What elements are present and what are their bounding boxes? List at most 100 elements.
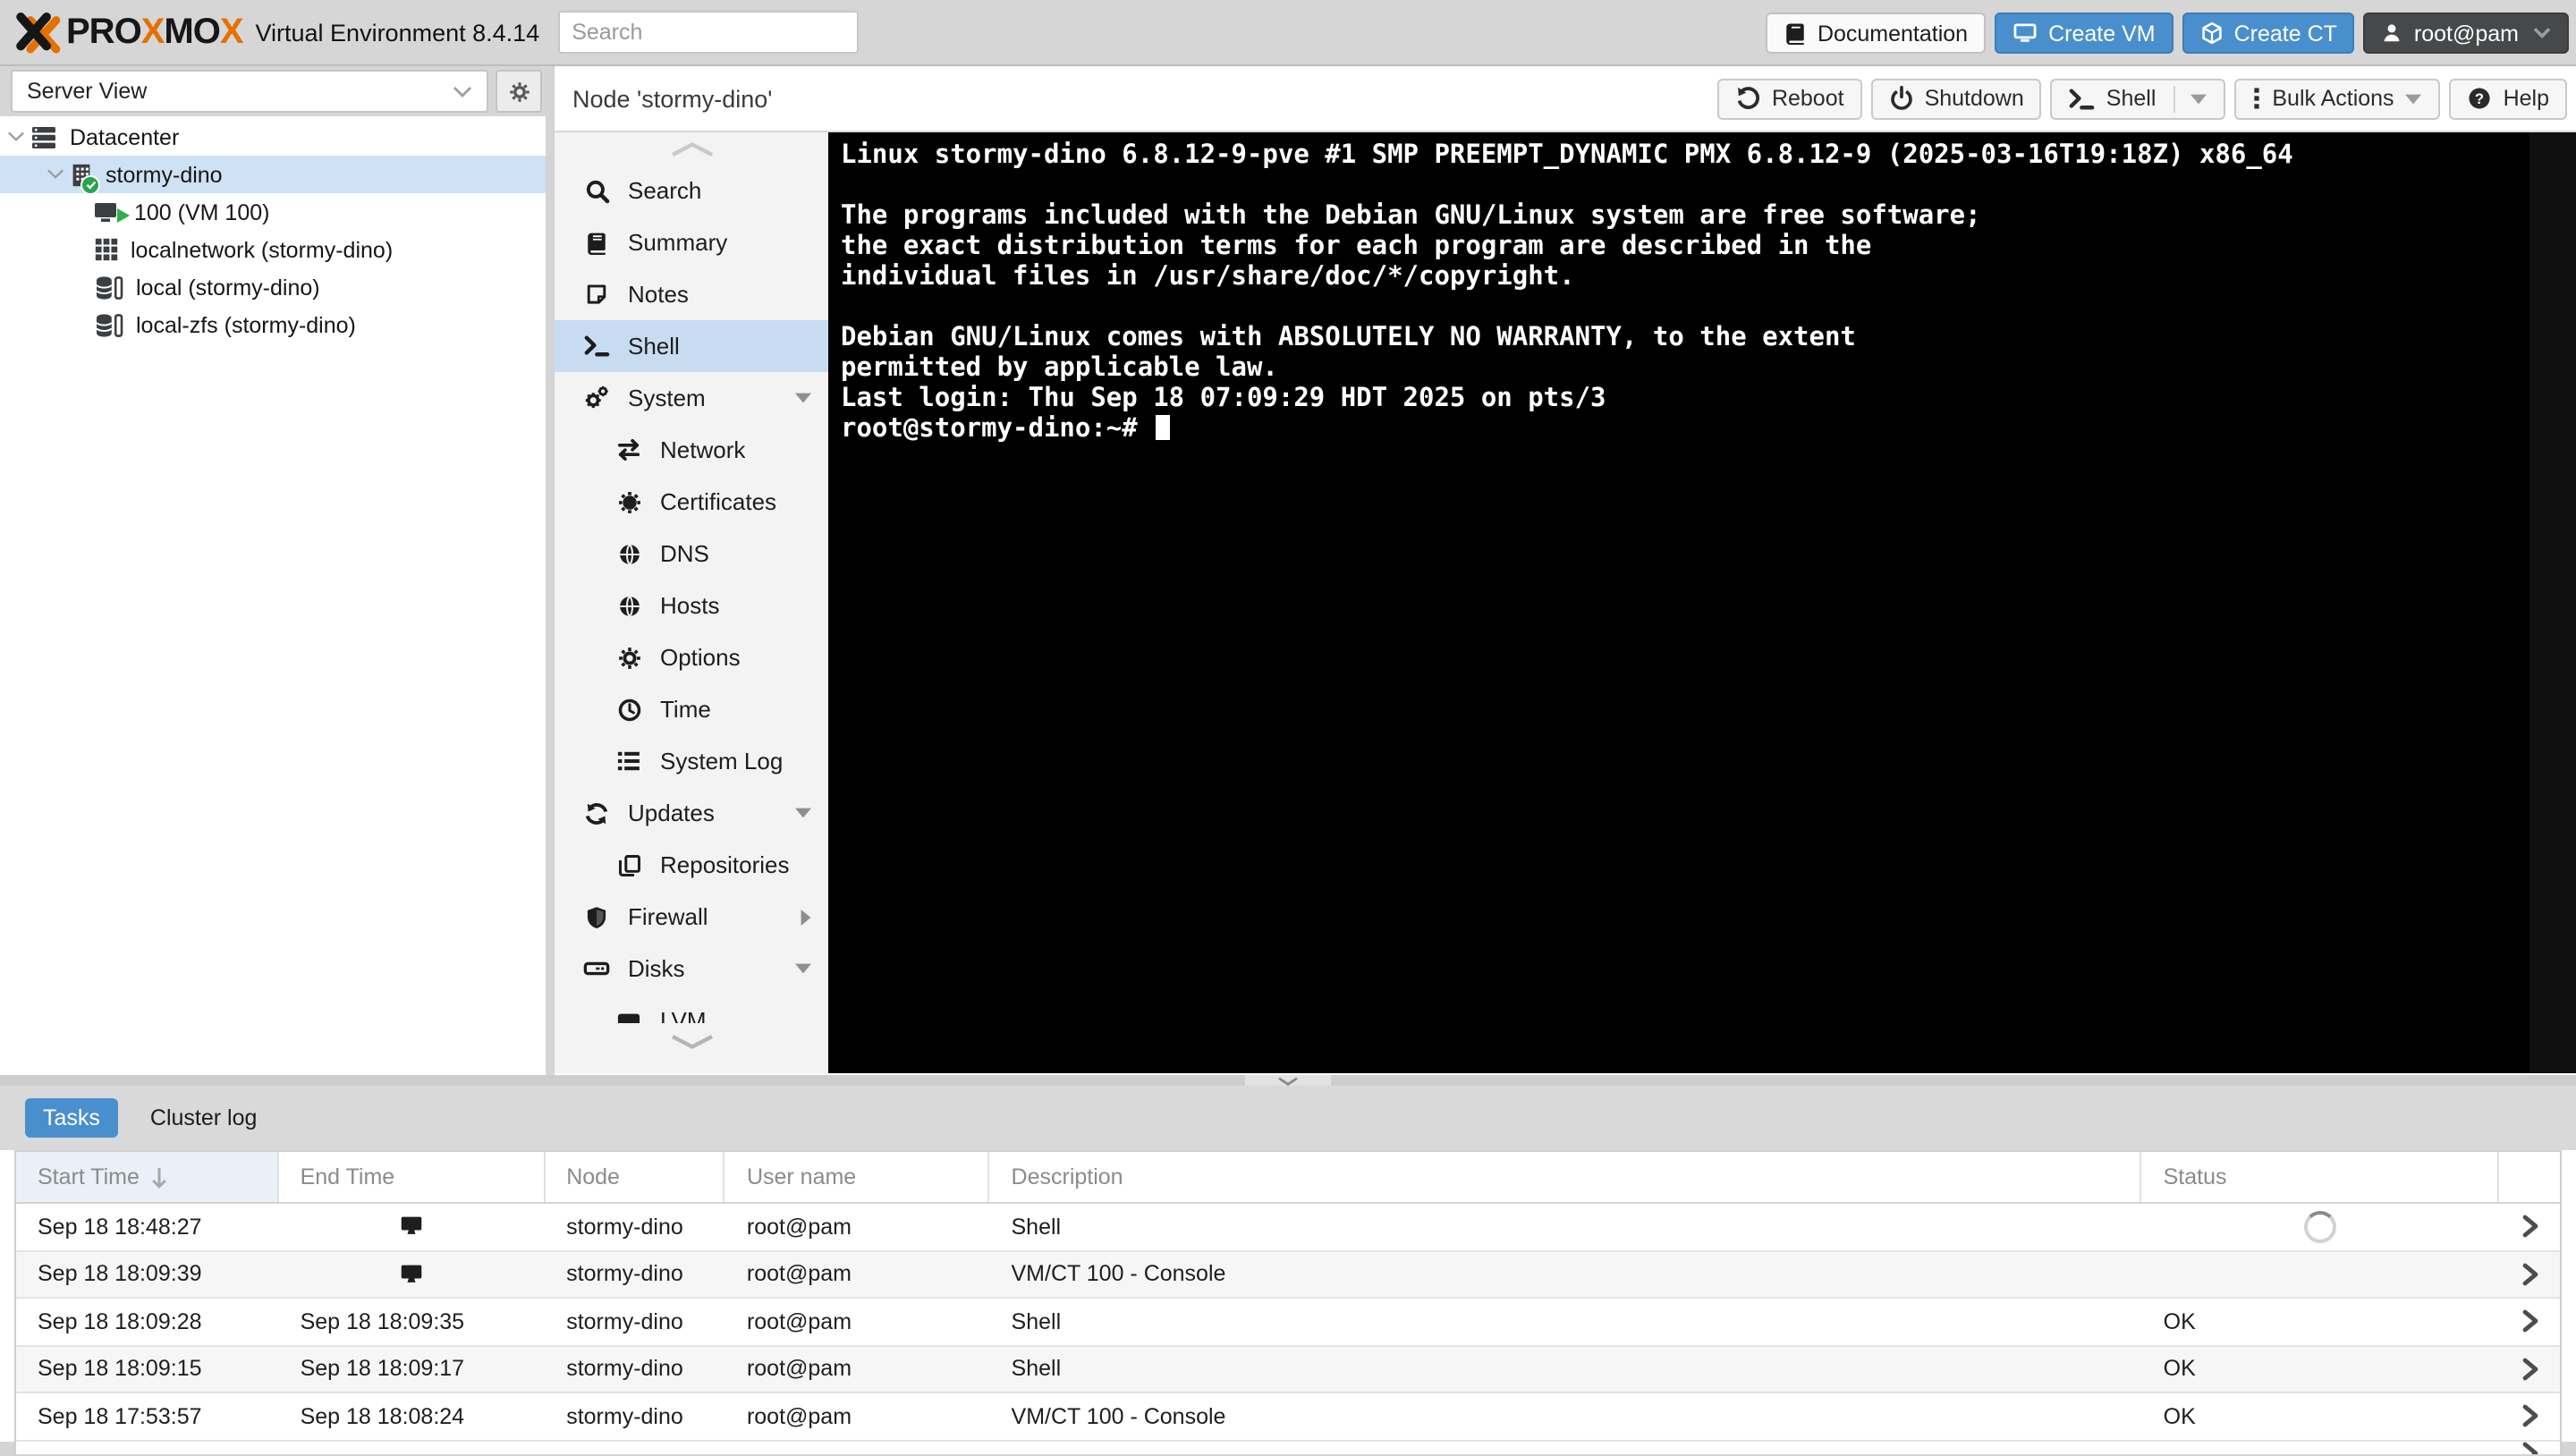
column-header-node[interactable]: Node <box>545 1152 725 1202</box>
menu-item-notes[interactable]: Notes <box>555 268 828 320</box>
chevron-down-icon <box>2533 27 2551 39</box>
reboot-button[interactable]: Reboot <box>1718 78 1862 119</box>
task-detail-chevron[interactable] <box>2499 1310 2560 1333</box>
globe-icon <box>616 593 641 618</box>
create-vm-label: Create VM <box>2048 21 2156 46</box>
tree-item-datacenter[interactable]: Datacenter <box>0 118 546 156</box>
help-button[interactable]: ?Help <box>2450 78 2567 119</box>
column-header-label: Start Time <box>38 1164 140 1189</box>
search-icon <box>584 178 609 203</box>
bulk-actions-button[interactable]: Bulk Actions <box>2234 78 2440 119</box>
menu-item-updates[interactable]: Updates <box>555 787 828 839</box>
menu-item-time[interactable]: Time <box>555 683 828 735</box>
task-detail-chevron[interactable] <box>2499 1215 2560 1239</box>
tab-tasks[interactable]: Tasks <box>25 1098 118 1138</box>
shutdown-button[interactable]: Shutdown <box>1871 78 2042 119</box>
menu-item-system-log[interactable]: System Log <box>555 735 828 787</box>
column-header-status[interactable]: Status <box>2142 1152 2499 1202</box>
caret-down-icon[interactable] <box>794 807 812 819</box>
panel-splitter[interactable] <box>0 1075 2576 1086</box>
user-menu-button[interactable]: root@pam <box>2364 13 2569 54</box>
documentation-label: Documentation <box>1818 21 1968 46</box>
menu-item-repositories[interactable]: Repositories <box>555 839 828 891</box>
shield-icon <box>585 904 608 929</box>
cell-user: root@pam <box>725 1262 990 1287</box>
book-icon <box>1784 21 1807 45</box>
menu-scroll-up[interactable] <box>555 132 828 165</box>
tree-item-100-vm-100[interactable]: 100 (VM 100) <box>0 193 546 231</box>
caret-down-icon[interactable] <box>794 392 812 404</box>
menu-scroll-down[interactable] <box>555 1034 828 1050</box>
menu-item-summary[interactable]: Summary <box>555 216 828 268</box>
cell-description: VM/CT 100 - Console <box>990 1404 2142 1429</box>
menu-item-lvm[interactable]: LVM <box>555 995 828 1023</box>
task-row[interactable]: Sep 18 18:09:39stormy-dinoroot@pamVM/CT … <box>16 1251 2560 1299</box>
network-arrows-icon <box>615 438 642 461</box>
node-title: Node 'stormy-dino' <box>572 85 772 112</box>
caret-down-icon[interactable] <box>794 962 812 975</box>
menu-item-firewall[interactable]: Firewall <box>555 891 828 943</box>
cell-description: Shell <box>990 1357 2142 1382</box>
menu-item-dns[interactable]: DNS <box>555 528 828 580</box>
loading-spinner-icon <box>2304 1211 2336 1243</box>
shutdown-label: Shutdown <box>1925 86 2024 111</box>
menu-item-shell[interactable]: Shell <box>555 320 828 372</box>
menu-item-search[interactable]: Search <box>555 165 828 216</box>
node-content: Node 'stormy-dino' RebootShutdownShellBu… <box>555 66 2576 1075</box>
chevron-down-icon <box>668 1034 715 1050</box>
shell-button[interactable]: Shell <box>2051 78 2226 119</box>
tree-item-stormy-dino[interactable]: stormy-dino <box>0 156 546 193</box>
menu-item-certificates[interactable]: Certificates <box>555 476 828 528</box>
task-detail-chevron[interactable] <box>2499 1358 2560 1381</box>
column-header-start-time[interactable]: Start Time <box>16 1152 279 1202</box>
global-search-input[interactable] <box>557 11 858 54</box>
menu-item-hosts[interactable]: Hosts <box>555 580 828 631</box>
menu-item-label: Firewall <box>628 903 708 930</box>
task-row[interactable]: Sep 18 18:09:15Sep 18 18:09:17stormy-din… <box>16 1346 2560 1393</box>
menu-item-system[interactable]: System <box>555 372 828 424</box>
shell-terminal[interactable]: Linux stormy-dino 6.8.12-9-pve #1 SMP PR… <box>828 132 2576 1073</box>
terminal-line: Linux stormy-dino 6.8.12-9-pve #1 SMP PR… <box>841 141 2529 172</box>
column-header-end-time[interactable]: End Time <box>279 1152 546 1202</box>
online-check-icon <box>80 174 100 194</box>
terminal-screen[interactable]: Linux stormy-dino 6.8.12-9-pve #1 SMP PR… <box>828 132 2529 1073</box>
menu-item-label: Search <box>628 177 701 204</box>
chevron-up-icon <box>668 140 715 157</box>
documentation-button[interactable]: Documentation <box>1766 13 1986 54</box>
tree-item-local-zfs-stormy-dino[interactable]: local-zfs (stormy-dino) <box>0 306 546 343</box>
wordmark-segment: MO <box>164 12 219 51</box>
caret-right-icon[interactable] <box>800 908 812 926</box>
sidebar-settings-button[interactable] <box>496 70 542 113</box>
menu-item-options[interactable]: Options <box>555 631 828 683</box>
splitter-handle[interactable] <box>1245 1075 1331 1086</box>
terminal-line <box>841 172 2529 202</box>
create-vm-button[interactable]: Create VM <box>1995 13 2174 54</box>
node-body: Search SummaryNotesShellSystemNetworkCert… <box>555 132 2576 1073</box>
task-row[interactable]: Sep 18 17:53:57Sep 18 18:08:24stormy-din… <box>16 1393 2560 1441</box>
terminal-icon <box>2069 87 2096 110</box>
column-header-description[interactable]: Description <box>990 1152 2142 1202</box>
task-row[interactable]: Sep 18 18:09:28Sep 18 18:09:35stormy-din… <box>16 1299 2560 1346</box>
app-header: PROXMOX Virtual Environment 8.4.14 Docum… <box>0 0 2576 66</box>
column-header-user-name[interactable]: User name <box>725 1152 990 1202</box>
proxmox-app: PROXMOX Virtual Environment 8.4.14 Docum… <box>0 0 2576 1456</box>
console-icon <box>399 1215 424 1239</box>
menu-item-disks[interactable]: Disks <box>555 943 828 995</box>
create-ct-button[interactable]: Create CT <box>2182 13 2355 54</box>
tree-item-localnetwork-stormy-dino[interactable]: localnetwork (stormy-dino) <box>0 231 546 268</box>
terminal-prompt-line: root@stormy-dino:~# <box>841 415 2529 445</box>
cell-user: root@pam <box>725 1357 990 1382</box>
task-row[interactable]: Sep 18 18:48:27stormy-dinoroot@pamShell <box>16 1204 2560 1251</box>
task-detail-chevron[interactable] <box>2499 1405 2560 1428</box>
menu-item-network[interactable]: Network <box>555 424 828 476</box>
view-selector[interactable]: Server View <box>11 70 488 113</box>
column-header-label: Description <box>1012 1164 1123 1189</box>
tree-expander-icon[interactable] <box>4 131 29 143</box>
terminal-line: Last login: Thu Sep 18 07:09:29 HDT 2025… <box>841 385 2529 415</box>
cell-status <box>2142 1211 2499 1243</box>
tree-expander-icon[interactable] <box>43 168 68 181</box>
tree-item-local-stormy-dino[interactable]: local (stormy-dino) <box>0 268 546 306</box>
task-row-partial[interactable] <box>16 1441 2560 1453</box>
tab-cluster-log[interactable]: Cluster log <box>132 1098 275 1138</box>
task-detail-chevron[interactable] <box>2499 1263 2560 1286</box>
